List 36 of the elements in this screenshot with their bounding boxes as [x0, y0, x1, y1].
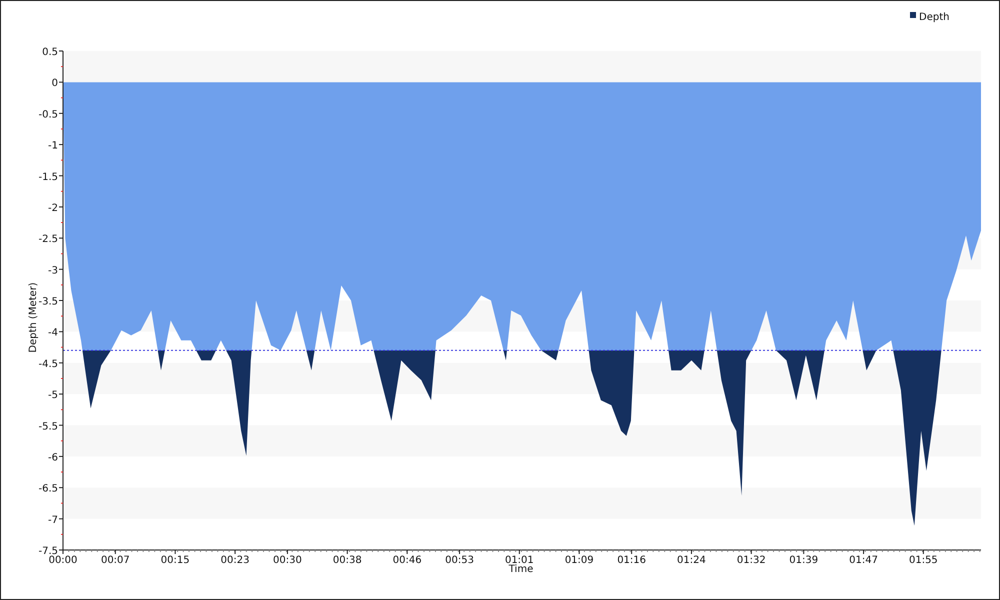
- x-tick-label: 00:15: [160, 555, 190, 566]
- y-tick-label: -4.5: [38, 358, 58, 370]
- legend-label: Depth: [919, 12, 950, 23]
- y-tick-label: -2: [48, 202, 58, 214]
- x-axis-title: Time: [508, 564, 534, 575]
- x-tick-label: 01:32: [736, 555, 766, 566]
- x-tick-label: 00:38: [332, 555, 362, 566]
- y-tick-label: -4: [48, 328, 58, 339]
- y-tick-label: -3: [48, 265, 58, 276]
- y-tick-label: -7.5: [38, 546, 58, 557]
- y-tick-label: 0: [52, 78, 58, 90]
- y-tick-label: -0.5: [38, 109, 58, 120]
- y-axis-title: Depth (Meter): [28, 282, 39, 353]
- x-tick-label: 00:46: [392, 555, 422, 566]
- y-tick-label: -1.5: [38, 172, 58, 183]
- x-tick-label: 00:07: [100, 555, 130, 566]
- y-tick-label: -2.5: [38, 234, 58, 246]
- y-tick-label: -6: [48, 452, 58, 464]
- y-tick-label: 0.5: [42, 47, 58, 58]
- y-tick-label: -1: [48, 140, 58, 152]
- x-tick-label: 01:39: [789, 555, 818, 566]
- y-tick-label: -5.5: [38, 421, 58, 432]
- x-tick-label: 01:47: [849, 555, 878, 566]
- y-tick-label: -3.5: [38, 296, 58, 308]
- y-tick-label: -6.5: [38, 484, 58, 495]
- y-tick-label: -7: [48, 514, 58, 526]
- x-tick-label: 00:53: [445, 555, 474, 566]
- x-tick-label: 00:23: [220, 555, 250, 566]
- x-tick-label: 01:55: [908, 555, 938, 566]
- x-tick-label: 00:00: [48, 555, 78, 566]
- legend-swatch: [910, 12, 916, 18]
- x-tick-label: 00:30: [273, 555, 302, 566]
- x-tick-label: 01:24: [677, 555, 706, 566]
- y-tick-label: -5: [48, 390, 58, 402]
- x-tick-label: 01:16: [617, 555, 646, 566]
- x-tick-label: 01:09: [564, 555, 594, 566]
